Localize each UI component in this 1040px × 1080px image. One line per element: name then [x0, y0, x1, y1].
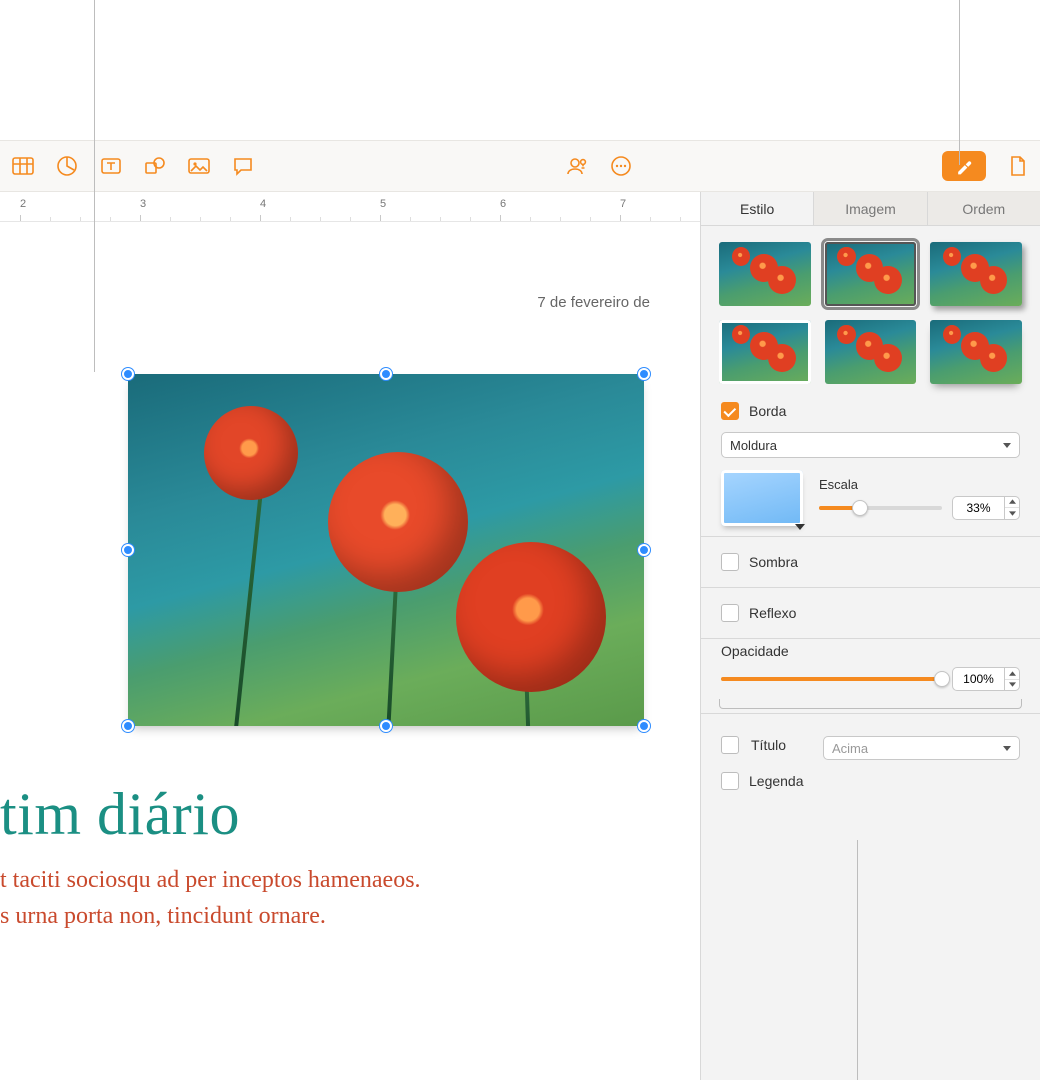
- ruler: 2 3 4 5 6 7: [0, 192, 700, 222]
- border-type-select[interactable]: Moldura: [721, 432, 1020, 458]
- caption-checkbox[interactable]: [721, 772, 739, 790]
- callout-bracket: [719, 699, 1022, 709]
- shadow-checkbox[interactable]: [721, 553, 739, 571]
- chart-icon[interactable]: [54, 153, 80, 179]
- table-icon[interactable]: [10, 153, 36, 179]
- comment-icon[interactable]: [230, 153, 256, 179]
- tab-image[interactable]: Imagem: [814, 192, 927, 225]
- format-button[interactable]: [942, 151, 986, 181]
- text-icon[interactable]: [98, 153, 124, 179]
- date-stamp: 7 de fevereiro de: [537, 294, 650, 311]
- style-preset-reflect[interactable]: [825, 320, 917, 384]
- resize-handle-sw[interactable]: [122, 720, 134, 732]
- shadow-section: Sombra: [701, 536, 1040, 587]
- shadow-label: Sombra: [749, 554, 798, 570]
- scale-input[interactable]: [952, 496, 1004, 520]
- reflect-section: Reflexo: [701, 587, 1040, 638]
- border-section: Borda Moldura Escala: [701, 392, 1040, 536]
- toolbar-collab-group: [564, 153, 634, 179]
- chevron-down-icon: [1003, 443, 1011, 448]
- style-preset-border[interactable]: [825, 242, 917, 306]
- inspector-tabs: Estilo Imagem Ordem: [701, 192, 1040, 226]
- title-position-value: Acima: [832, 741, 868, 756]
- stepper-up[interactable]: [1005, 668, 1019, 680]
- style-preset-plain[interactable]: [719, 242, 811, 306]
- border-label: Borda: [749, 403, 786, 419]
- stepper-up[interactable]: [1005, 497, 1019, 509]
- ruler-tick: 6: [500, 198, 506, 210]
- body-line: t taciti sociosqu ad per inceptos hamena…: [0, 862, 660, 898]
- chevron-down-icon: [1003, 746, 1011, 751]
- resize-handle-nw[interactable]: [122, 368, 134, 380]
- collaborate-icon[interactable]: [564, 153, 590, 179]
- reflect-checkbox[interactable]: [721, 604, 739, 622]
- tab-arrange[interactable]: Ordem: [928, 192, 1040, 225]
- stepper-down[interactable]: [1005, 508, 1019, 519]
- ruler-tick: 7: [620, 198, 626, 210]
- opacity-stepper[interactable]: [952, 667, 1020, 691]
- stepper-down[interactable]: [1005, 680, 1019, 691]
- shape-icon[interactable]: [142, 153, 168, 179]
- document-icon[interactable]: [1004, 153, 1030, 179]
- ruler-tick: 2: [20, 198, 26, 210]
- media-icon[interactable]: [186, 153, 212, 179]
- style-preset-frame[interactable]: [719, 320, 811, 384]
- resize-handle-n[interactable]: [380, 368, 392, 380]
- selected-image[interactable]: [128, 374, 644, 726]
- ruler-tick: 5: [380, 198, 386, 210]
- title-checkbox[interactable]: [721, 736, 739, 754]
- border-type-value: Moldura: [730, 438, 777, 453]
- opacity-slider[interactable]: [721, 677, 942, 681]
- document-body[interactable]: t taciti sociosqu ad per inceptos hamena…: [0, 862, 660, 934]
- opacity-label: Opacidade: [721, 643, 1020, 659]
- body-line: s urna porta non, tincidunt ornare.: [0, 898, 660, 934]
- callout-line: [857, 840, 858, 1080]
- document-canvas[interactable]: 7 de fevereiro de tim diário t taciti so…: [0, 222, 700, 1080]
- caption-label: Legenda: [749, 773, 804, 789]
- more-icon[interactable]: [608, 153, 634, 179]
- callout-line: [94, 0, 95, 372]
- toolbar: [0, 140, 1040, 192]
- style-presets: [701, 226, 1040, 392]
- tab-style[interactable]: Estilo: [701, 192, 814, 225]
- format-inspector: Estilo Imagem Ordem Borda Moldura Escala: [700, 192, 1040, 1080]
- style-preset-curl[interactable]: [930, 320, 1022, 384]
- ruler-tick: 3: [140, 198, 146, 210]
- opacity-section: Opacidade: [701, 638, 1040, 713]
- border-checkbox[interactable]: [721, 402, 739, 420]
- opacity-input[interactable]: [952, 667, 1004, 691]
- resize-handle-se[interactable]: [638, 720, 650, 732]
- title-position-select[interactable]: Acima: [823, 736, 1020, 760]
- scale-label: Escala: [819, 477, 1020, 492]
- scale-stepper[interactable]: [952, 496, 1020, 520]
- resize-handle-w[interactable]: [122, 544, 134, 556]
- document-title[interactable]: tim diário: [0, 780, 240, 849]
- toolbar-inspector-group: [942, 151, 1030, 181]
- toolbar-insert-group: [10, 153, 256, 179]
- resize-handle-e[interactable]: [638, 544, 650, 556]
- frame-style-picker[interactable]: [721, 470, 803, 526]
- title-label: Título: [751, 737, 811, 753]
- image-content: [128, 374, 644, 726]
- resize-handle-s[interactable]: [380, 720, 392, 732]
- reflect-label: Reflexo: [749, 605, 796, 621]
- resize-handle-ne[interactable]: [638, 368, 650, 380]
- callout-line: [959, 0, 960, 165]
- title-caption-section: Título Acima Legenda: [701, 713, 1040, 806]
- style-preset-shadow[interactable]: [930, 242, 1022, 306]
- scale-slider[interactable]: [819, 506, 942, 510]
- ruler-tick: 4: [260, 198, 266, 210]
